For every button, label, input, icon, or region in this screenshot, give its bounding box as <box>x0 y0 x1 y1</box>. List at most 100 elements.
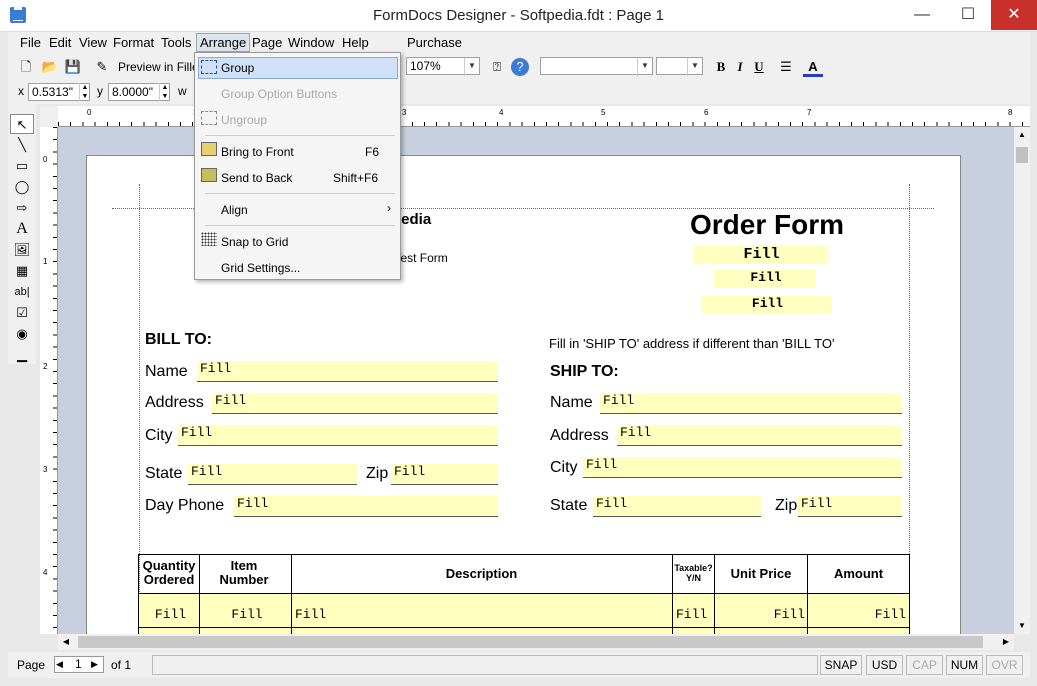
menu-item-grid-settings[interactable]: Grid Settings... <box>221 261 300 275</box>
font-name-select[interactable]: ▼ <box>540 57 653 76</box>
help-pointer-icon[interactable]: ⍰ <box>487 57 507 77</box>
menu-file[interactable]: File <box>20 35 41 50</box>
next-page-icon[interactable]: ▶ <box>91 657 98 672</box>
line-tool-icon[interactable]: ╲ <box>10 135 34 155</box>
bill-city-field[interactable]: Fill <box>178 425 498 446</box>
font-size-select[interactable]: ▼ <box>656 57 703 76</box>
ellipse-tool-icon[interactable]: ◯ <box>10 177 34 197</box>
preview-button[interactable]: Preview in Fille <box>118 60 199 74</box>
menu-format[interactable]: Format <box>113 35 154 50</box>
snap-indicator[interactable]: SNAP <box>820 655 862 675</box>
taxable-field[interactable]: Fill <box>673 607 714 622</box>
underline-button[interactable]: U <box>749 57 769 77</box>
open-icon[interactable]: 📂 <box>40 57 60 77</box>
menu-page[interactable]: Page <box>252 35 282 50</box>
menu-view[interactable]: View <box>79 35 107 50</box>
header-fill-field[interactable]: Fill <box>714 270 815 288</box>
bill-phone-field[interactable]: Fill <box>234 496 498 517</box>
description-field[interactable]: Fill <box>292 607 672 622</box>
bill-state-field[interactable]: Fill <box>188 464 357 485</box>
prev-page-icon[interactable]: ◀ <box>56 657 63 672</box>
close-button[interactable]: ✕ <box>991 0 1037 30</box>
ship-zip-label[interactable]: Zip <box>775 497 797 515</box>
italic-button[interactable]: I <box>730 57 750 77</box>
bill-zip-label[interactable]: Zip <box>366 465 388 483</box>
bill-address-label[interactable]: Address <box>145 394 204 412</box>
menu-tools[interactable]: Tools <box>161 35 191 50</box>
col-header-unit-price[interactable]: Unit Price <box>715 566 807 581</box>
bill-phone-label[interactable]: Day Phone <box>145 497 224 515</box>
bill-zip-field[interactable]: Fill <box>391 464 498 485</box>
ship-city-field[interactable]: Fill <box>583 457 902 478</box>
button-tool-icon[interactable]: ▁ <box>10 345 34 365</box>
ship-address-label[interactable]: Address <box>550 427 609 445</box>
bill-name-label[interactable]: Name <box>145 363 188 381</box>
header-fill-field[interactable]: Fill <box>693 246 827 264</box>
line-style-icon[interactable]: ☰ <box>776 57 796 77</box>
ship-address-field[interactable]: Fill <box>617 425 902 446</box>
page-navigator[interactable]: ◀ 1 ▶ <box>54 656 104 673</box>
bill-state-label[interactable]: State <box>145 465 182 483</box>
vertical-scrollbar[interactable]: ▲ ▼ <box>1014 127 1030 634</box>
ship-name-label[interactable]: Name <box>550 394 593 412</box>
rectangle-tool-icon[interactable]: ▭ <box>10 156 34 176</box>
unit-price-field[interactable]: Fill <box>715 607 807 622</box>
bill-address-field[interactable]: Fill <box>212 393 498 414</box>
horizontal-scrollbar[interactable]: ◀ ▶ <box>58 634 1014 650</box>
arrow-tool-icon[interactable]: ⇨ <box>10 198 34 218</box>
scroll-left-icon[interactable]: ◀ <box>58 634 74 650</box>
col-header-taxable[interactable]: Taxable? Y/N <box>673 563 714 583</box>
menu-item-bring-to-front[interactable]: Bring to Front <box>221 145 294 159</box>
ship-to-heading[interactable]: SHIP TO: <box>550 363 619 381</box>
bill-to-heading[interactable]: BILL TO: <box>145 331 212 349</box>
scroll-right-icon[interactable]: ▶ <box>998 634 1014 650</box>
ship-note[interactable]: Fill in 'SHIP TO' address if different t… <box>549 336 834 351</box>
menu-arrange[interactable]: Arrange <box>196 33 251 52</box>
y-stepper[interactable]: ▲ ▼ <box>159 83 170 101</box>
menu-item-ungroup[interactable]: Ungroup <box>221 113 267 127</box>
bold-button[interactable]: B <box>711 57 731 77</box>
bill-name-field[interactable]: Fill <box>197 361 498 382</box>
ship-name-field[interactable]: Fill <box>600 393 902 414</box>
field-tool-icon[interactable]: ab| <box>10 282 34 302</box>
col-header-description[interactable]: Description <box>291 566 672 581</box>
new-icon[interactable]: 🗋 <box>16 57 36 77</box>
menu-item-send-to-back[interactable]: Send to Back <box>221 171 292 185</box>
image-tool-icon[interactable]: 🖼 <box>10 240 34 260</box>
ship-zip-field[interactable]: Fill <box>798 496 902 517</box>
table-tool-icon[interactable]: ▦ <box>10 261 34 281</box>
menu-purchase[interactable]: Purchase <box>407 35 462 50</box>
scroll-down-icon[interactable]: ▼ <box>1014 618 1030 634</box>
scroll-up-icon[interactable]: ▲ <box>1014 127 1030 143</box>
menu-item-group[interactable]: Group <box>221 61 254 75</box>
menu-item-group-option-buttons[interactable]: Group Option Buttons <box>221 87 337 101</box>
x-stepper[interactable]: ▲ ▼ <box>79 83 90 101</box>
col-header-quantity[interactable]: Quantity Ordered <box>139 559 199 587</box>
menu-item-snap-to-grid[interactable]: Snap to Grid <box>221 235 288 249</box>
radio-tool-icon[interactable]: ◉ <box>10 324 34 344</box>
help-icon[interactable]: ? <box>511 58 529 76</box>
item-field[interactable]: Fill <box>200 607 291 622</box>
menu-edit[interactable]: Edit <box>49 35 71 50</box>
text-color-button[interactable]: A <box>803 57 823 77</box>
checkbox-tool-icon[interactable]: ☑ <box>10 303 34 323</box>
text-tool-icon[interactable]: A <box>10 219 34 239</box>
qty-field[interactable]: Fill <box>139 607 199 622</box>
select-arrow-icon[interactable]: ↖ <box>10 114 34 134</box>
save-icon[interactable]: 💾 <box>63 57 83 77</box>
scroll-thumb[interactable] <box>78 636 983 648</box>
col-header-amount[interactable]: Amount <box>808 566 909 581</box>
header-fill-field[interactable]: Fill <box>701 296 831 314</box>
ship-city-label[interactable]: City <box>550 459 578 477</box>
scroll-thumb[interactable] <box>1016 147 1028 163</box>
menu-window[interactable]: Window <box>288 35 334 50</box>
minimize-button[interactable]: — <box>899 0 945 30</box>
amount-field[interactable]: Fill <box>808 607 908 622</box>
ship-state-field[interactable]: Fill <box>593 496 761 517</box>
ship-state-label[interactable]: State <box>550 497 587 515</box>
menu-item-align[interactable]: Align <box>221 203 248 217</box>
menu-help[interactable]: Help <box>342 35 369 50</box>
maximize-button[interactable]: ☐ <box>945 0 991 30</box>
preview-icon[interactable]: ✎ <box>92 57 112 77</box>
bill-city-label[interactable]: City <box>145 427 173 445</box>
